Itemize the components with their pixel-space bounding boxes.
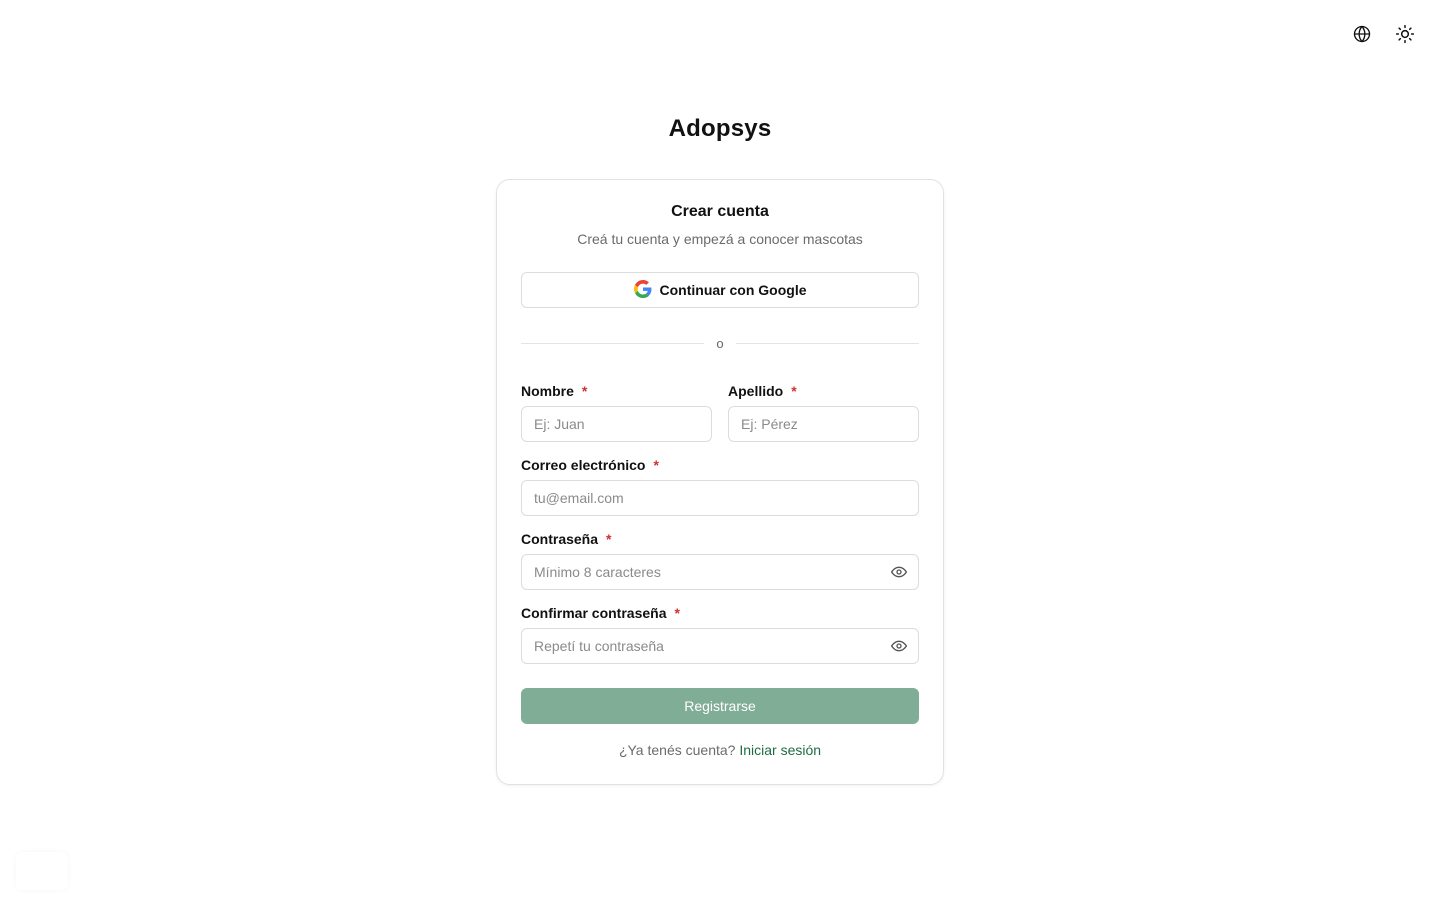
required-marker: * xyxy=(653,457,659,473)
password-input[interactable] xyxy=(521,554,919,590)
email-input[interactable] xyxy=(521,480,919,516)
sun-icon[interactable] xyxy=(1393,22,1417,46)
confirm-password-input[interactable] xyxy=(521,628,919,664)
divider-text: o xyxy=(716,335,724,351)
login-prompt: ¿Ya tenés cuenta? Iniciar sesión xyxy=(497,742,943,758)
google-button-label: Continuar con Google xyxy=(659,282,807,298)
globe-icon[interactable] xyxy=(1350,22,1374,46)
register-button[interactable]: Registrarse xyxy=(521,688,919,724)
confirm-password-label: Confirmar contraseña * xyxy=(521,605,680,621)
first-name-label: Nombre * xyxy=(521,383,588,399)
first-name-input[interactable] xyxy=(521,406,712,442)
email-label: Correo electrónico * xyxy=(521,457,659,473)
google-signin-button[interactable]: Continuar con Google xyxy=(521,272,919,308)
card-title: Crear cuenta xyxy=(671,203,769,220)
login-link[interactable]: Iniciar sesión xyxy=(739,742,821,758)
eye-icon[interactable] xyxy=(890,637,908,655)
eye-icon[interactable] xyxy=(890,563,908,581)
corner-widget xyxy=(16,852,68,890)
last-name-input[interactable] xyxy=(728,406,919,442)
password-label: Contraseña * xyxy=(521,531,612,547)
required-marker: * xyxy=(606,531,612,547)
register-card: Crear cuenta Creá tu cuenta y empezá a c… xyxy=(496,179,944,785)
required-marker: * xyxy=(581,383,588,399)
card-subtitle: Creá tu cuenta y empezá a conocer mascot… xyxy=(577,231,863,247)
required-marker: * xyxy=(791,383,797,399)
login-prompt-text: ¿Ya tenés cuenta? xyxy=(618,742,736,758)
divider: o xyxy=(521,333,920,353)
last-name-label: Apellido * xyxy=(728,383,797,399)
brand-title: Adopsys xyxy=(668,115,772,142)
required-marker: * xyxy=(674,605,680,621)
google-icon xyxy=(633,279,652,301)
